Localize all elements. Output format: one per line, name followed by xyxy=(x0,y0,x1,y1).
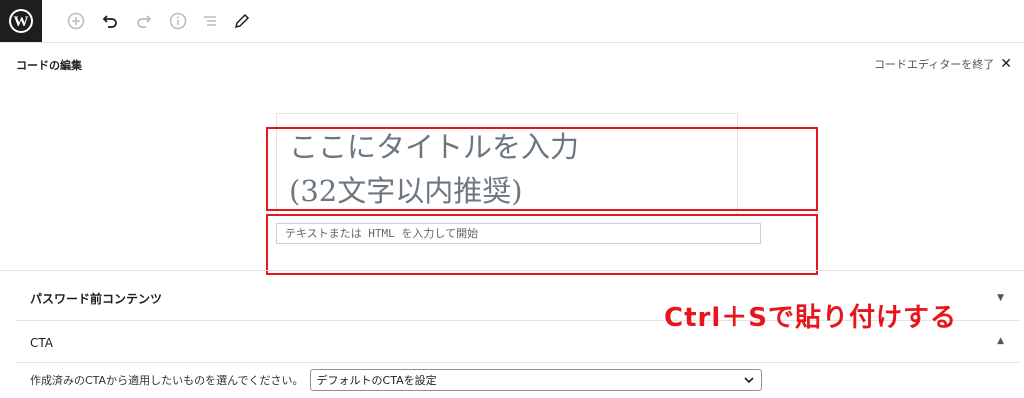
cta-panel-title: CTA xyxy=(30,336,53,350)
cta-select-dropdown[interactable]: デフォルトのCTAを設定 xyxy=(309,369,762,391)
edit-pencil-icon[interactable] xyxy=(228,7,256,35)
close-icon[interactable]: ✕ xyxy=(1000,57,1012,71)
chevron-down-icon xyxy=(743,374,755,389)
exit-code-editor-button[interactable]: コードエディターを終了 ✕ xyxy=(874,56,1012,72)
add-block-icon[interactable] xyxy=(62,7,90,35)
cta-selected-value: デフォルトのCTAを設定 xyxy=(316,374,437,387)
cta-select-row: 作成済みのCTAから適用したいものを選んでください。 デフォルトのCTAを設定 xyxy=(30,369,762,391)
redo-icon[interactable] xyxy=(130,7,158,35)
info-icon[interactable] xyxy=(164,7,192,35)
editor-toolbar: W xyxy=(0,0,1024,43)
password-content-panel-title: パスワード前コンテンツ xyxy=(30,292,163,306)
undo-icon[interactable] xyxy=(96,7,124,35)
exit-code-editor-label: コードエディターを終了 xyxy=(874,58,995,71)
svg-text:W: W xyxy=(14,14,29,30)
wordpress-logo-icon[interactable]: W xyxy=(0,0,42,42)
title-highlight-box xyxy=(266,127,818,211)
collapse-arrow-up-icon[interactable]: ▲ xyxy=(997,336,1004,346)
instruction-annotation: Ctrl＋Sで貼り付けする xyxy=(664,303,957,333)
content-highlight-box xyxy=(266,214,818,275)
collapse-arrow-down-icon[interactable]: ▼ xyxy=(997,293,1004,303)
list-view-icon[interactable] xyxy=(196,7,224,35)
code-editor-title: コードの編集 xyxy=(16,59,82,72)
cta-select-label: 作成済みのCTAから適用したいものを選んでください。 xyxy=(30,374,304,387)
